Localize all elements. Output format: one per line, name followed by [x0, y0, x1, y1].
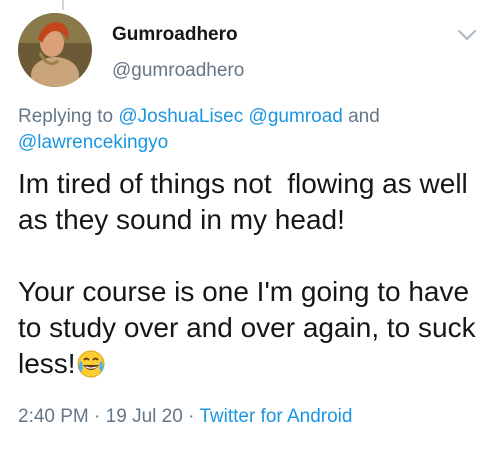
- avatar-image: [18, 13, 92, 87]
- tweet-text-paragraph-1: Im tired of things not flowing as well a…: [18, 168, 476, 235]
- face-with-tears-of-joy-icon: [77, 350, 105, 378]
- reply-prefix: Replying to: [18, 106, 114, 127]
- avatar[interactable]: [18, 13, 92, 87]
- reply-conjunction: and: [348, 106, 380, 127]
- chevron-down-icon[interactable]: [456, 28, 478, 42]
- tweet-time[interactable]: 2:40 PM: [18, 406, 89, 427]
- display-name[interactable]: Gumroadhero: [112, 24, 238, 46]
- tweet-text: Im tired of things not flowing as well a…: [18, 166, 488, 382]
- reply-context: Replying to @JoshuaLisec @gumroad and @l…: [18, 104, 478, 156]
- tweet-meta: 2:40 PM · 19 Jul 20 · Twitter for Androi…: [18, 406, 352, 428]
- user-handle[interactable]: @gumroadhero: [112, 60, 244, 82]
- tweet-date[interactable]: 19 Jul 20: [106, 406, 183, 427]
- mention-link-lawrencekingyo[interactable]: @lawrencekingyo: [18, 132, 168, 153]
- meta-separator: ·: [94, 406, 101, 427]
- meta-separator: ·: [188, 406, 195, 427]
- thread-connector-line: [62, 0, 64, 10]
- mention-link-gumroad[interactable]: @gumroad: [249, 106, 343, 127]
- mention-link-joshualisec[interactable]: @JoshuaLisec: [118, 106, 243, 127]
- tweet-source-link[interactable]: Twitter for Android: [199, 406, 352, 427]
